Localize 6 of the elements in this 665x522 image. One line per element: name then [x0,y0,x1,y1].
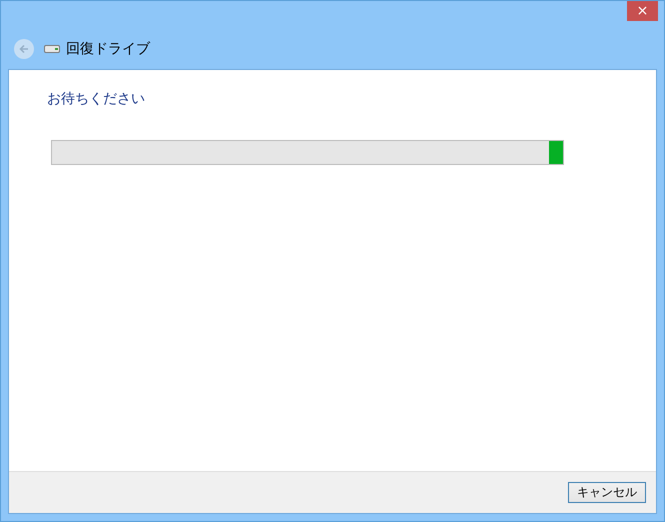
back-arrow-icon [18,43,30,55]
window-title: 回復ドライブ [66,40,150,58]
status-heading: お待ちください [47,90,146,108]
close-button[interactable]: × [627,1,658,21]
drive-icon [44,44,60,54]
cancel-button[interactable]: キャンセル [568,482,646,503]
